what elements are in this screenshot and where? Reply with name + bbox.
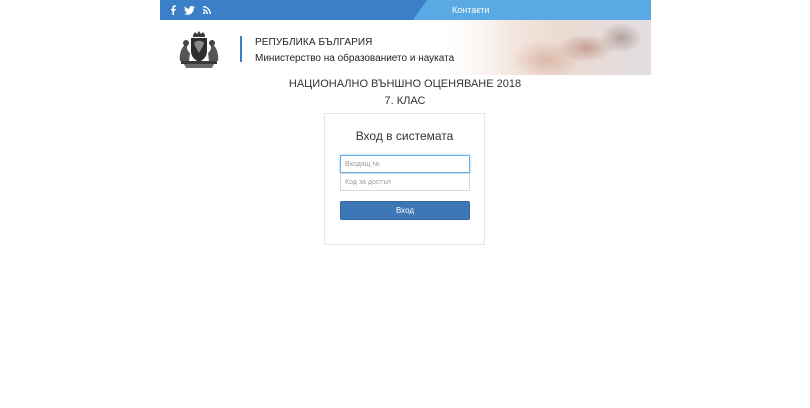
top-bar-highlight xyxy=(412,0,651,20)
ministry-name: Министерство на образованието и науката xyxy=(255,53,455,64)
header-photo xyxy=(436,20,651,75)
login-button[interactable]: Вход xyxy=(340,201,470,220)
twitter-icon xyxy=(184,5,195,15)
exam-title: НАЦИОНАЛНО ВЪНШНО ОЦЕНЯВАНЕ 2018 xyxy=(288,78,522,90)
exam-grade: 7. КЛАС xyxy=(384,95,426,107)
header-text: РЕПУБЛИКА БЪЛГАРИЯ Министерство на образ… xyxy=(255,36,454,66)
contacts-link[interactable]: Контакти xyxy=(452,0,489,20)
rss-link[interactable] xyxy=(203,6,211,14)
rss-icon xyxy=(203,6,211,14)
access-code-input[interactable] xyxy=(340,173,470,191)
top-bar: Контакти xyxy=(0,0,810,20)
login-heading: Вход в системата xyxy=(355,129,454,143)
site-header: РЕПУБЛИКА БЪЛГАРИЯ Министерство на образ… xyxy=(160,20,651,75)
login-panel: Вход в системата Вход xyxy=(324,113,485,245)
facebook-link[interactable] xyxy=(170,5,176,15)
top-bar-strip: Контакти xyxy=(160,0,651,20)
country-name: РЕПУБЛИКА БЪЛГАРИЯ xyxy=(255,37,373,48)
social-links xyxy=(170,0,211,20)
coat-of-arms-icon[interactable] xyxy=(176,31,222,69)
header-divider xyxy=(240,36,242,62)
incoming-number-input[interactable] xyxy=(340,155,470,173)
facebook-icon xyxy=(171,5,176,15)
twitter-link[interactable] xyxy=(184,5,195,15)
